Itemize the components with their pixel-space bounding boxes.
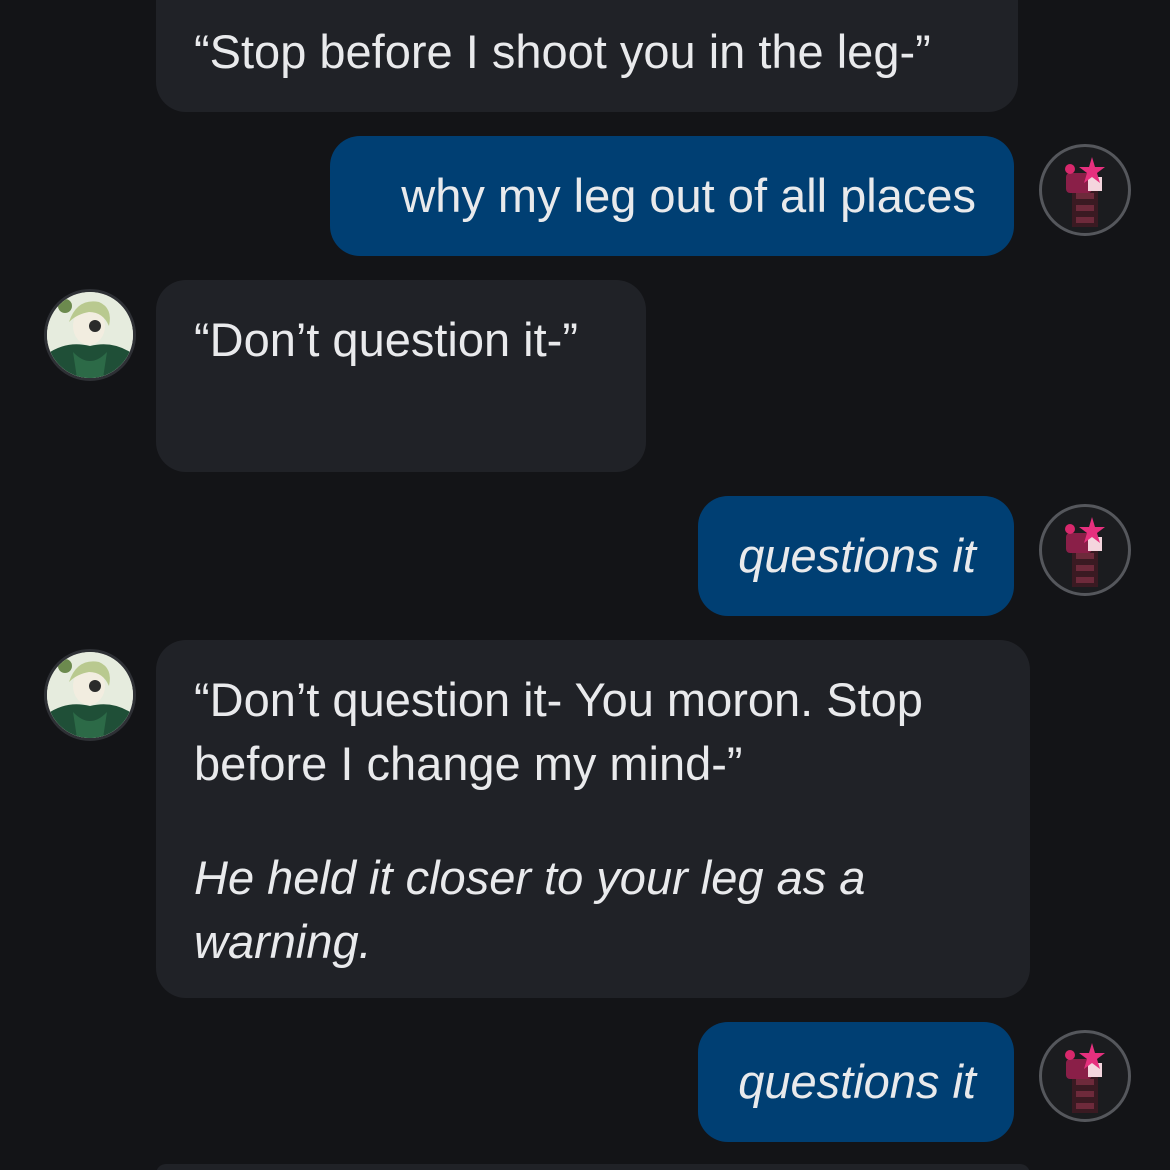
- bot-avatar[interactable]: [44, 289, 136, 381]
- robot-character-avatar-icon: [1065, 1043, 1105, 1113]
- message-text: “Don’t question it- You moron. Stop befo…: [194, 673, 923, 790]
- green-haired-character-avatar-icon: [47, 652, 133, 738]
- message-text: questions it: [738, 1055, 976, 1108]
- bot-avatar[interactable]: [44, 649, 136, 741]
- bot-message: “Don’t question it- You moron. Stop befo…: [156, 640, 1030, 998]
- robot-character-avatar-icon: [1065, 157, 1105, 227]
- user-message: questions it: [698, 1022, 1014, 1142]
- message-text: “Stop before I shoot you in the leg-”: [194, 25, 931, 78]
- bot-message-partial: [156, 1164, 1030, 1170]
- user-avatar[interactable]: [1039, 1030, 1131, 1122]
- message-text: “Don’t question it-”: [194, 313, 578, 366]
- chat-thread: “Stop before I shoot you in the leg-” wh…: [0, 0, 1170, 1170]
- bot-message: “Stop before I shoot you in the leg-”: [156, 0, 1018, 112]
- bot-message: “Don’t question it-”: [156, 280, 646, 472]
- message-text: why my leg out of all places: [401, 169, 976, 222]
- user-avatar[interactable]: [1039, 504, 1131, 596]
- user-message: why my leg out of all places: [330, 136, 1014, 256]
- user-message: questions it: [698, 496, 1014, 616]
- message-text: questions it: [738, 529, 976, 582]
- robot-character-avatar-icon: [1065, 517, 1105, 587]
- user-avatar[interactable]: [1039, 144, 1131, 236]
- green-haired-character-avatar-icon: [47, 292, 133, 378]
- message-narration: He held it closer to your leg as a warni…: [194, 851, 866, 968]
